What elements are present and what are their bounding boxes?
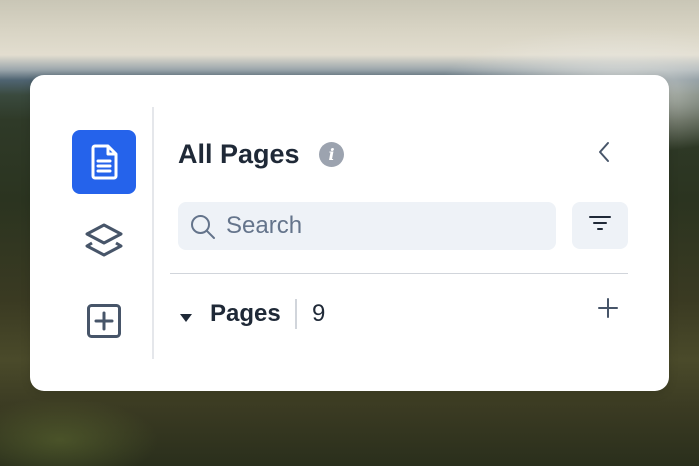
rail-item-layers[interactable] [72,209,136,273]
panel-title: All Pages [178,139,300,169]
rail-divider [152,107,154,359]
search-input[interactable] [226,202,544,250]
search-icon [189,213,217,246]
add-square-icon [86,303,122,339]
caret-down-icon[interactable] [179,310,193,328]
section-separator [295,299,297,329]
section-label: Pages [210,300,281,327]
pages-panel: All Pages i Search Pages 9 [30,75,669,391]
layers-icon [84,221,124,261]
chevron-left-icon [597,140,611,169]
plus-icon [597,297,619,324]
document-icon [87,143,121,181]
filter-button[interactable] [572,202,628,249]
rail-item-pages[interactable] [72,130,136,194]
filter-icon [589,215,611,236]
info-icon[interactable]: i [319,142,344,167]
search-box [178,202,556,250]
section-divider [170,273,628,274]
add-page-button[interactable] [594,295,622,325]
collapse-panel-button[interactable] [592,139,616,169]
section-count: 9 [312,300,326,327]
sidebar-rail [30,75,152,391]
rail-item-add[interactable] [72,289,136,353]
pages-section-header: Pages 9 [170,293,628,337]
